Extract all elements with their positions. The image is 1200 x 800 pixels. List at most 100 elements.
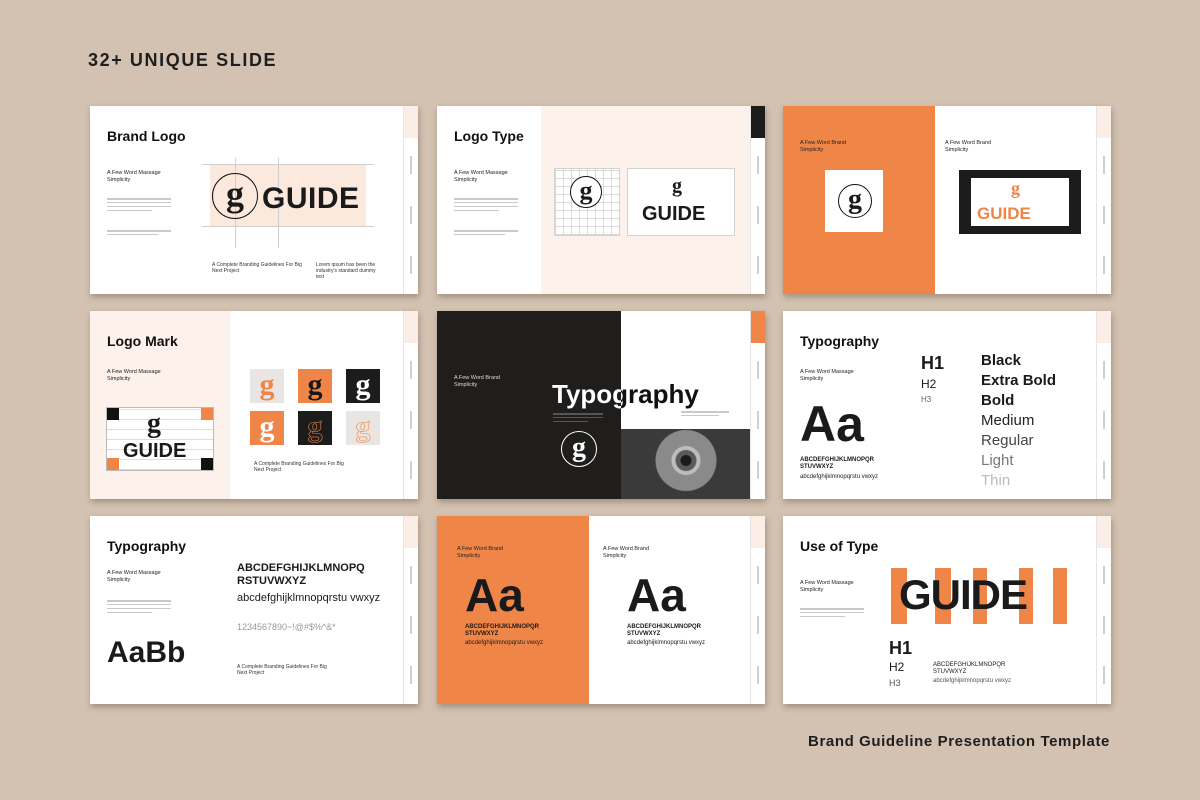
slide-subtitle: A Few Word Massage Simplicity bbox=[800, 369, 854, 382]
lowercase-sample: abcdefghijklmnopqrstu vwxyz bbox=[800, 474, 879, 480]
lowercase-sample: abcdefghijklmnopqrstu vwxyz bbox=[465, 640, 544, 646]
tagline: A Complete Branding Guidelines For Big N… bbox=[212, 262, 302, 274]
swatch-g: g bbox=[250, 411, 284, 445]
lowercase-sample: abcdefghijklmnopqrstu vwxyz bbox=[933, 678, 1012, 684]
slide-subtitle: A Few Word Massage Simplicity bbox=[107, 369, 161, 382]
weight-light: Light bbox=[981, 452, 1014, 469]
weight-thin: Thin bbox=[981, 472, 1011, 489]
slide-aa-pair[interactable]: A Few Word Brand Simplicity Aa ABCDEFGHI… bbox=[437, 516, 765, 704]
side-rail bbox=[750, 516, 765, 704]
slide-subtitle: A Few Word Brand Simplicity bbox=[945, 140, 992, 153]
body-text-lines bbox=[454, 230, 518, 238]
slide-title: Typography bbox=[552, 379, 699, 409]
slide-use-of-type[interactable]: Use of Type A Few Word Massage Simplicit… bbox=[783, 516, 1111, 704]
h1-sample: H1 bbox=[889, 638, 913, 658]
h2-sample: H2 bbox=[921, 377, 937, 391]
body-text-lines bbox=[107, 230, 171, 238]
uppercase-sample: ABCDEFGHIJKLMNOPQR STUVWXYZ bbox=[933, 662, 1006, 675]
swatch-g: g bbox=[298, 369, 332, 403]
page-title: 32+ UNIQUE SLIDE bbox=[88, 50, 278, 70]
g-logo-icon: g bbox=[838, 184, 872, 218]
weight-list: Black Extra Bold Bold Medium Regular Lig… bbox=[981, 351, 1056, 491]
tagline: A Complete Branding Guidelines For Big N… bbox=[254, 461, 344, 473]
slide-subtitle: A Few Word Massage Simplicity bbox=[107, 570, 161, 583]
weight-bold: Bold bbox=[981, 392, 1015, 409]
slide-title: Typography bbox=[107, 538, 187, 554]
dark-wordmark-box: g GUIDE bbox=[959, 170, 1081, 234]
guide-wordmark: GUIDE bbox=[123, 440, 187, 462]
guide-wordmark: GUIDE bbox=[977, 204, 1031, 223]
tagline: A Complete Branding Guidelines For Big N… bbox=[237, 664, 327, 676]
h3-sample: H3 bbox=[921, 395, 932, 404]
weight-extra-bold: Extra Bold bbox=[981, 372, 1057, 389]
g-logo-icon: g bbox=[1011, 178, 1020, 198]
slide-typography-alphabet[interactable]: Typography A Few Word Massage Simplicity… bbox=[90, 516, 418, 704]
uppercase-sample: ABCDEFGHIJKLMNOPQR STUVWXYZ bbox=[465, 624, 540, 637]
uppercase-sample: ABCDEFGHIJKLMNOPQR STUVWXYZ bbox=[800, 457, 875, 470]
g-logo-icon: g bbox=[570, 176, 602, 208]
slide-subtitle: A Few Word Brand Simplicity bbox=[603, 546, 650, 559]
weight-regular: Regular bbox=[981, 432, 1034, 449]
slide-title: Typography bbox=[800, 333, 880, 349]
body-text-lines bbox=[454, 198, 518, 214]
body-text-lines bbox=[107, 600, 171, 616]
h2-sample: H2 bbox=[889, 660, 905, 674]
aabb-sample: AaBb bbox=[107, 636, 186, 669]
swatch-g: g bbox=[250, 369, 284, 403]
side-rail bbox=[1096, 106, 1111, 294]
slide-brand-logo[interactable]: Brand Logo A Few Word Massage Simplicity… bbox=[90, 106, 418, 294]
slide-logo-type[interactable]: Logo Type A Few Word Massage Simplicity … bbox=[437, 106, 765, 294]
slide-logo-color[interactable]: A Few Word Brand Simplicity A Few Word B… bbox=[783, 106, 1111, 294]
slide-subtitle: A Few Word Brand Simplicity bbox=[800, 140, 847, 153]
swatch-g: g bbox=[346, 369, 380, 403]
side-rail bbox=[403, 106, 418, 294]
lowercase-sample: abcdefghijklmnopqrstu vwxyz bbox=[237, 592, 381, 604]
body-text-lines bbox=[553, 413, 603, 425]
guide-wordmark: GUIDE bbox=[899, 571, 1028, 618]
aa-sample: Aa bbox=[465, 569, 524, 621]
logo-box: g bbox=[825, 170, 883, 232]
slide-title: Use of Type bbox=[800, 538, 879, 554]
h1-sample: H1 bbox=[921, 353, 945, 373]
guide-wordmark: GUIDE bbox=[262, 182, 360, 215]
side-rail bbox=[750, 106, 765, 294]
numbers-sample: 1234567890~!@#$%^&* bbox=[237, 622, 336, 632]
g-logo-icon: g bbox=[672, 175, 682, 197]
footer-caption: Brand Guideline Presentation Template bbox=[808, 733, 1110, 750]
h3-sample: H3 bbox=[889, 678, 901, 688]
aa-sample: Aa bbox=[627, 569, 686, 621]
slide-title: Brand Logo bbox=[107, 128, 186, 144]
slide-typography-cover[interactable]: A Few Word Brand Simplicity Typography g bbox=[437, 311, 765, 499]
aa-sample: Aa bbox=[800, 396, 864, 452]
weight-medium: Medium bbox=[981, 412, 1035, 429]
body-text-lines bbox=[107, 198, 171, 214]
slide-subtitle: A Few Word Massage Simplicity bbox=[454, 170, 508, 183]
uppercase-sample: ABCDEFGHIJKLMNOPQR STUVWXYZ bbox=[627, 624, 702, 637]
slide-subtitle: A Few Word Massage Simplicity bbox=[800, 580, 854, 593]
side-rail bbox=[403, 311, 418, 499]
side-rail bbox=[403, 516, 418, 704]
g-logo-icon: g bbox=[561, 431, 597, 467]
slide-subtitle: A Few Word Massage Simplicity bbox=[107, 170, 161, 183]
swatch-g: g bbox=[346, 410, 380, 445]
weight-black: Black bbox=[981, 352, 1022, 369]
slide-logo-mark[interactable]: Logo Mark A Few Word Massage Simplicity … bbox=[90, 311, 418, 499]
dummy-text: Lorem ipsum has been the industry's stan… bbox=[316, 262, 376, 280]
slide-title: Logo Type bbox=[454, 128, 524, 144]
slide-subtitle: A Few Word Brand Simplicity bbox=[457, 546, 504, 559]
lowercase-sample: abcdefghijklmnopqrstu vwxyz bbox=[627, 640, 706, 646]
typography-cover-title: Typography bbox=[552, 379, 699, 410]
eye-photo bbox=[621, 429, 751, 499]
side-rail bbox=[1096, 311, 1111, 499]
guide-wordmark: GUIDE bbox=[642, 203, 706, 225]
body-text-lines bbox=[681, 411, 729, 419]
g-logo-icon: g bbox=[147, 408, 161, 439]
slide-title: Logo Mark bbox=[107, 333, 178, 349]
body-text-lines bbox=[800, 608, 864, 620]
side-rail bbox=[1096, 516, 1111, 704]
swatch-g: g bbox=[298, 410, 332, 445]
side-rail bbox=[750, 311, 765, 499]
wordmark-box: g GUIDE bbox=[627, 168, 735, 236]
slide-typography-weights[interactable]: Typography A Few Word Massage Simplicity… bbox=[783, 311, 1111, 499]
uppercase-sample: ABCDEFGHIJKLMNOPQ RSTUVWXYZ bbox=[237, 562, 365, 587]
